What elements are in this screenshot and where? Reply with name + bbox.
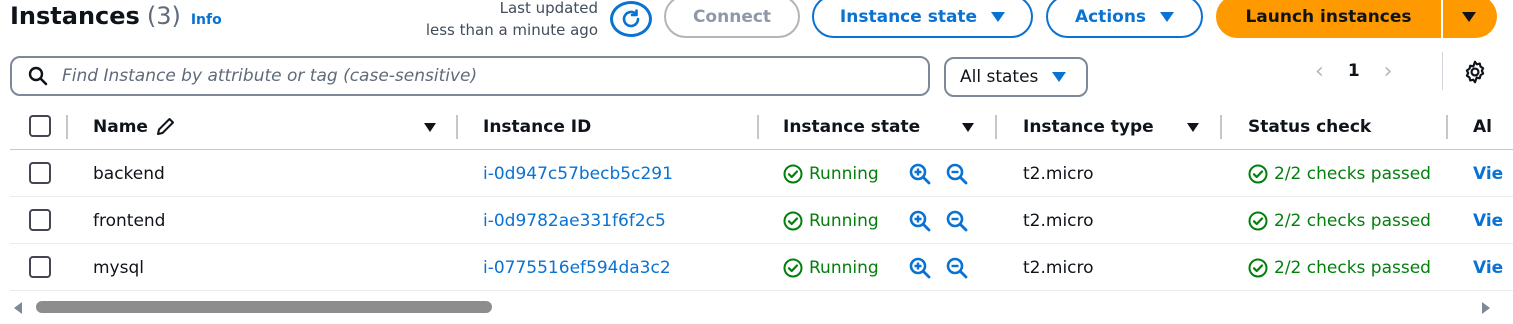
table-row[interactable]: mysql i-0775516ef594da3c2 Running t2.mic… [10, 244, 1513, 291]
zoom-out-icon[interactable] [945, 256, 969, 280]
row-checkbox[interactable] [29, 256, 51, 278]
instance-state-button-label: Instance state [839, 6, 978, 27]
instance-state-label: Running [809, 163, 879, 184]
table-row[interactable]: frontend i-0d9782ae331f6f2c5 Running t2.… [10, 197, 1513, 244]
zoom-in-icon[interactable] [908, 209, 932, 233]
launch-options-button[interactable] [1443, 0, 1497, 38]
caret-down-icon [1160, 11, 1175, 22]
check-circle-icon [1248, 164, 1268, 183]
last-updated-label: Last updated [499, 0, 598, 17]
table-row[interactable]: backend i-0d947c57becb5c291 Running t2.m… [10, 150, 1513, 197]
instance-state: Running [783, 244, 879, 291]
instance-state: Running [783, 150, 879, 197]
actions-button-label: Actions [1074, 6, 1147, 27]
view-alarms-link[interactable]: View alarms [1473, 244, 1503, 291]
instance-id-link[interactable]: i-0d947c57becb5c291 [483, 150, 673, 197]
status-check-label: 2/2 checks passed [1274, 163, 1431, 184]
sort-caret-icon[interactable] [424, 123, 436, 132]
instance-type: t2.micro [1023, 257, 1094, 278]
info-link[interactable]: Info [191, 12, 222, 28]
column-divider [1220, 115, 1222, 139]
status-check-label: 2/2 checks passed [1274, 210, 1431, 231]
zoom-in-icon[interactable] [908, 162, 932, 186]
column-header-alarm-status[interactable]: Al [1473, 104, 1513, 150]
instance-name: mysql [93, 257, 144, 278]
scroll-left-arrow[interactable] [14, 302, 22, 314]
column-header-instance-id[interactable]: Instance ID [483, 104, 591, 150]
status-check: 2/2 checks passed [1248, 150, 1448, 197]
pagination: ‹ 1 › [1315, 56, 1392, 86]
search-icon [28, 66, 48, 86]
instance-name: backend [93, 163, 165, 184]
gear-icon[interactable] [1462, 59, 1488, 85]
column-header-name-label: Name [93, 117, 148, 137]
page-number-button[interactable]: 1 [1348, 61, 1360, 81]
status-check: 2/2 checks passed [1248, 197, 1448, 244]
connect-button[interactable]: Connect [664, 0, 800, 38]
scroll-right-arrow[interactable] [1482, 302, 1490, 314]
next-page-button[interactable]: › [1384, 59, 1393, 84]
status-check: 2/2 checks passed [1248, 244, 1448, 291]
column-header-instance-state[interactable]: Instance state [783, 104, 920, 150]
caret-down-icon [991, 11, 1006, 22]
states-filter-select[interactable]: All states [944, 57, 1088, 97]
last-updated: Last updated less than a minute ago [426, 0, 598, 41]
refresh-icon [622, 9, 640, 28]
actions-button[interactable]: Actions [1046, 0, 1203, 38]
view-alarms-link[interactable]: View alarms [1473, 150, 1503, 197]
table-header: Name Instance ID Instance state Instance… [10, 104, 1513, 150]
instances-table: Name Instance ID Instance state Instance… [10, 104, 1513, 291]
instance-type: t2.micro [1023, 210, 1094, 231]
previous-page-button[interactable]: ‹ [1315, 59, 1324, 84]
launch-instances-button[interactable]: Launch instances [1216, 0, 1441, 38]
connect-button-label: Connect [692, 6, 772, 27]
launch-instances-label: Launch instances [1245, 6, 1412, 27]
states-filter-value: All states [960, 67, 1039, 87]
check-circle-icon [1248, 258, 1268, 277]
instance-state-label: Running [809, 210, 879, 231]
zoom-out-icon[interactable] [945, 162, 969, 186]
page-title: Instances (3) Info [10, 2, 222, 34]
sort-caret-icon[interactable] [962, 123, 974, 132]
instance-type: t2.micro [1023, 163, 1094, 184]
status-check-label: 2/2 checks passed [1274, 257, 1431, 278]
instance-state-label: Running [809, 257, 879, 278]
check-circle-icon [783, 211, 803, 230]
caret-down-icon [1462, 11, 1476, 22]
check-circle-icon [783, 258, 803, 277]
refresh-button[interactable] [610, 1, 652, 37]
column-header-instance-type[interactable]: Instance type [1023, 104, 1154, 150]
last-updated-value: less than a minute ago [425, 21, 598, 39]
instance-state-button[interactable]: Instance state [812, 0, 1033, 38]
instance-id-link[interactable]: i-0d9782ae331f6f2c5 [483, 197, 666, 244]
column-header-name[interactable]: Name [93, 104, 176, 150]
check-circle-icon [783, 164, 803, 183]
sort-caret-icon[interactable] [1187, 123, 1199, 132]
column-divider [66, 115, 68, 139]
search-input[interactable]: Find Instance by attribute or tag (case-… [10, 56, 930, 96]
zoom-in-icon[interactable] [908, 256, 932, 280]
column-divider [757, 115, 759, 139]
select-all-checkbox[interactable] [29, 115, 51, 137]
column-header-status-check[interactable]: Status check [1248, 104, 1371, 150]
row-checkbox[interactable] [29, 209, 51, 231]
divider [1442, 52, 1443, 90]
zoom-out-icon[interactable] [945, 209, 969, 233]
pencil-icon [156, 118, 174, 135]
search-placeholder: Find Instance by attribute or tag (case-… [62, 66, 478, 86]
page-title-text: Instances [10, 2, 140, 30]
instance-state: Running [783, 197, 879, 244]
caret-down-icon [1052, 72, 1066, 82]
column-divider [995, 115, 997, 139]
view-alarms-link[interactable]: View alarms [1473, 197, 1503, 244]
instance-name: frontend [93, 210, 166, 231]
column-divider [456, 115, 458, 139]
instance-id-link[interactable]: i-0775516ef594da3c2 [483, 244, 671, 291]
check-circle-icon [1248, 211, 1268, 230]
instance-count: (3) [146, 2, 181, 30]
horizontal-scrollbar-thumb[interactable] [36, 301, 492, 313]
column-divider [1446, 115, 1448, 139]
row-checkbox[interactable] [29, 162, 51, 184]
